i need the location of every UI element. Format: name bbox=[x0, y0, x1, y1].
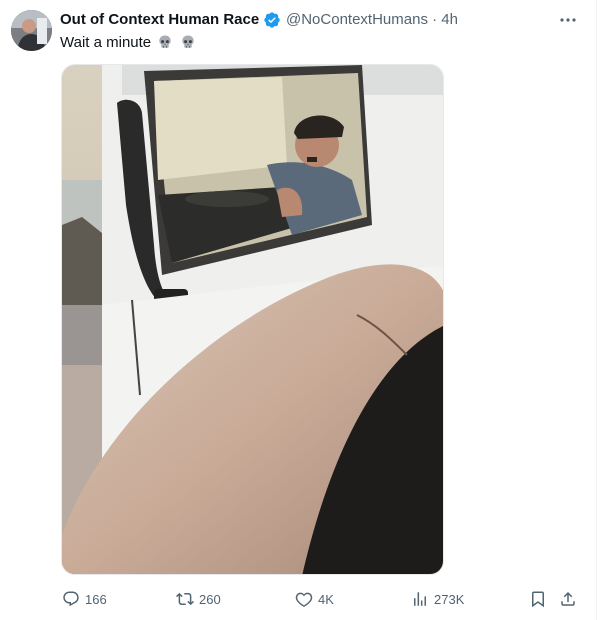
views-count: 273K bbox=[434, 591, 465, 607]
author-handle[interactable]: @NoContextHumans bbox=[286, 11, 428, 28]
bookmark-icon bbox=[532, 591, 544, 608]
author-name[interactable]: Out of Context Human Race bbox=[60, 10, 259, 29]
skull-icon bbox=[181, 35, 194, 48]
tweet-text-content: Wait a minute bbox=[60, 34, 152, 51]
like-count: 4K bbox=[318, 591, 334, 607]
reply-icon bbox=[63, 591, 79, 607]
avatar[interactable] bbox=[11, 10, 52, 51]
photo-illustration bbox=[62, 65, 443, 574]
avatar-image bbox=[11, 10, 52, 51]
right-border bbox=[596, 0, 597, 620]
reply-button[interactable]: 166 bbox=[62, 588, 107, 610]
more-options-icon[interactable] bbox=[558, 12, 578, 28]
like-button[interactable]: 4K bbox=[295, 588, 334, 610]
bookmark-button[interactable] bbox=[529, 588, 547, 610]
tweet-time[interactable]: · 4h bbox=[432, 11, 458, 28]
tweet-actions: 166 260 4K 273K bbox=[0, 588, 604, 610]
verified-badge-icon[interactable] bbox=[263, 11, 281, 29]
retweet-count: 260 bbox=[199, 591, 221, 607]
skull-icon bbox=[159, 35, 172, 48]
tweet-photo[interactable] bbox=[61, 64, 444, 575]
views-button[interactable]: 273K bbox=[411, 588, 464, 610]
views-icon bbox=[414, 592, 426, 606]
reply-count: 166 bbox=[85, 591, 107, 607]
retweet-button[interactable]: 260 bbox=[176, 588, 221, 610]
share-button[interactable] bbox=[559, 588, 577, 610]
tweet-text: Wait a minute bbox=[60, 33, 196, 52]
retweet-icon bbox=[176, 592, 194, 606]
share-icon bbox=[561, 591, 575, 606]
heart-icon bbox=[295, 592, 313, 608]
